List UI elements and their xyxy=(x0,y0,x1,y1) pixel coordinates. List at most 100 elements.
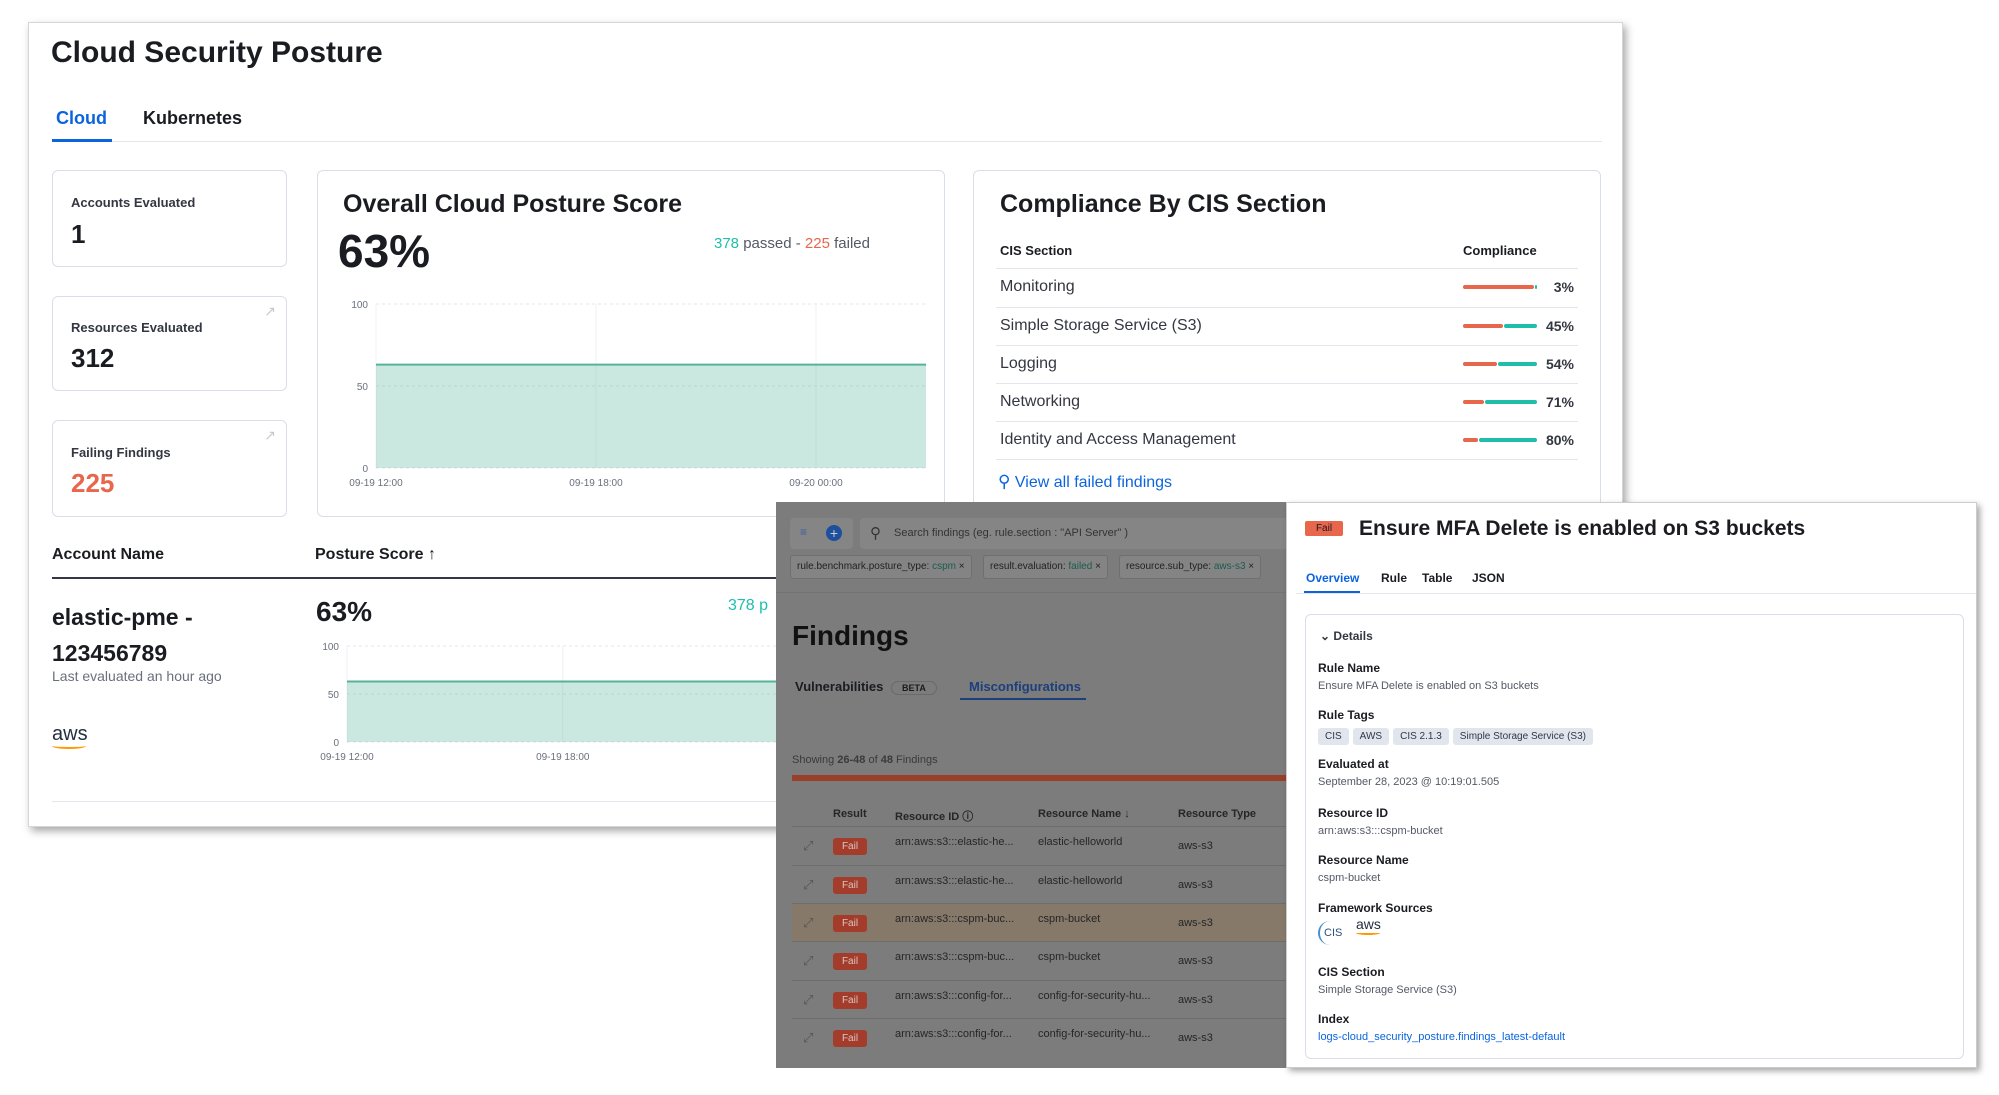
rule-name-label: Rule Name xyxy=(1318,661,1381,675)
stat-resources-evaluated[interactable]: ↗ Resources Evaluated 312 xyxy=(52,296,287,391)
expand-row-icon[interactable]: ⤢ xyxy=(803,877,813,893)
resource-name-cell[interactable]: cspm-bucket xyxy=(1038,913,1100,925)
close-icon: × xyxy=(1095,561,1101,572)
stat-value: 1 xyxy=(71,219,86,249)
row-divider xyxy=(792,941,1286,942)
resource-type-cell: aws-s3 xyxy=(1178,879,1213,891)
expand-row-icon[interactable]: ⤢ xyxy=(803,953,813,969)
tab-table[interactable]: Table xyxy=(1422,571,1452,585)
result-badge: Fail xyxy=(833,992,867,1009)
expand-row-icon[interactable]: ⤢ xyxy=(803,992,813,1008)
search-findings-input[interactable]: ⚲ Search findings (eg. rule.section : "AP… xyxy=(860,518,1290,549)
resource-id-cell[interactable]: arn:aws:s3:::cspm-buc... xyxy=(895,913,1014,925)
sort-arrow-down-icon: ↓ xyxy=(1124,808,1130,820)
flyout-title: Ensure MFA Delete is enabled on S3 bucke… xyxy=(1359,517,1806,540)
y-tick-label: 100 xyxy=(322,642,339,653)
view-all-failed-findings-link[interactable]: ⚲ View all failed findings xyxy=(998,472,1172,492)
expand-row-icon[interactable]: ⤢ xyxy=(803,915,813,931)
col-resource-name[interactable]: Resource Name ↓ xyxy=(1038,808,1130,820)
col-resource-id[interactable]: Resource ID ⓘ xyxy=(895,808,973,824)
col-resource-type[interactable]: Resource Type xyxy=(1178,808,1256,820)
account-posture-score: 63% xyxy=(316,596,373,627)
tag: CIS 2.1.3 xyxy=(1393,728,1449,745)
resource-name-cell[interactable]: config-for-security-hu... xyxy=(1038,1028,1150,1040)
query-menu-button[interactable]: ≡ + xyxy=(790,518,853,549)
resource-name-cell[interactable]: elastic-helloworld xyxy=(1038,875,1122,887)
resource-name-cell[interactable]: elastic-helloworld xyxy=(1038,836,1122,848)
active-tab-underline xyxy=(960,698,1086,700)
resource-type-cell: aws-s3 xyxy=(1178,917,1213,929)
close-icon: × xyxy=(1248,561,1255,572)
col-posture-score[interactable]: Posture Score ↑ xyxy=(315,546,436,564)
compliance-pass-bar xyxy=(1534,285,1537,289)
y-tick-label: 0 xyxy=(333,738,339,749)
findings-title: Findings xyxy=(792,620,909,651)
resource-type-cell: aws-s3 xyxy=(1178,840,1213,852)
divider xyxy=(776,592,1286,593)
aws-logo: aws xyxy=(52,724,88,749)
row-divider xyxy=(996,268,1578,269)
result-badge: Fail xyxy=(833,953,867,970)
rule-tags: CIS AWS CIS 2.1.3 Simple Storage Service (S… xyxy=(1318,726,1597,745)
expand-arrow-icon[interactable]: ↗ xyxy=(264,427,276,444)
row-divider xyxy=(792,903,1286,904)
cis-section-name[interactable]: Networking xyxy=(1000,393,1080,411)
compliance-pass-bar xyxy=(1478,438,1537,442)
details-accordion-toggle[interactable]: ⌄ Details xyxy=(1320,629,1373,643)
search-icon: ⚲ xyxy=(870,525,881,542)
resource-id-cell[interactable]: arn:aws:s3:::elastic-he... xyxy=(895,836,1014,848)
index-link[interactable]: logs-cloud_security_posture.findings_lat… xyxy=(1318,1031,1565,1043)
add-filter-icon[interactable]: + xyxy=(826,525,842,541)
cis-section-name[interactable]: Monitoring xyxy=(1000,278,1075,296)
account-name[interactable]: elastic-pme -123456789 xyxy=(52,599,193,671)
tab-vulnerabilities[interactable]: Vulnerabilities BETA xyxy=(795,679,937,695)
resource-name-cell[interactable]: config-for-security-hu... xyxy=(1038,990,1150,1002)
resource-id-value: arn:aws:s3:::cspm-bucket xyxy=(1318,825,1443,837)
tabs-divider xyxy=(52,141,1602,142)
account-trend-chart: 0 50 100 09-19 12:00 09-19 18:00 xyxy=(320,642,785,763)
tab-misconfigurations[interactable]: Misconfigurations xyxy=(969,679,1081,694)
filter-pill[interactable]: result.evaluation: failed × xyxy=(983,555,1108,579)
tab-cloud[interactable]: Cloud xyxy=(56,108,107,129)
tag: CIS xyxy=(1318,728,1349,745)
resource-id-cell[interactable]: arn:aws:s3:::config-for... xyxy=(895,1028,1012,1040)
compliance-fail-bar xyxy=(1463,438,1478,442)
framework-sources-label: Framework Sources xyxy=(1318,901,1433,915)
x-tick-label: 09-19 18:00 xyxy=(569,478,623,489)
resource-id-cell[interactable]: arn:aws:s3:::cspm-buc... xyxy=(895,951,1014,963)
posture-title: Overall Cloud Posture Score xyxy=(343,190,682,218)
account-passed-partial: 378 p xyxy=(728,597,769,614)
resource-id-cell[interactable]: arn:aws:s3:::config-for... xyxy=(895,990,1012,1002)
col-result[interactable]: Result xyxy=(833,808,867,820)
resource-name-cell[interactable]: cspm-bucket xyxy=(1038,951,1100,963)
y-tick-label: 100 xyxy=(351,300,368,311)
help-icon: ⓘ xyxy=(962,811,974,823)
cis-section-name[interactable]: Identity and Access Management xyxy=(1000,431,1236,449)
y-tick-label: 0 xyxy=(362,464,368,475)
resource-type-cell: aws-s3 xyxy=(1178,994,1213,1006)
row-divider xyxy=(792,826,1286,827)
col-account-name[interactable]: Account Name xyxy=(52,546,164,564)
stat-failing-findings[interactable]: ↗ Failing Findings 225 xyxy=(52,420,287,517)
compliance-percent: 71% xyxy=(1545,394,1574,410)
resource-id-cell[interactable]: arn:aws:s3:::elastic-he... xyxy=(895,875,1014,887)
row-divider xyxy=(996,307,1578,308)
expand-row-icon[interactable]: ⤢ xyxy=(803,838,813,854)
y-tick-label: 50 xyxy=(357,382,369,393)
x-tick-label: 09-20 00:00 xyxy=(789,478,843,489)
tab-kubernetes[interactable]: Kubernetes xyxy=(143,108,242,129)
stat-label: Accounts Evaluated xyxy=(71,195,196,210)
filter-pill[interactable]: rule.benchmark.posture_type: cspm × xyxy=(790,555,972,579)
tab-rule[interactable]: Rule xyxy=(1381,571,1407,585)
expand-row-icon[interactable]: ⤢ xyxy=(803,1030,813,1046)
compliance-percent: 3% xyxy=(1553,279,1574,295)
tab-overview[interactable]: Overview xyxy=(1306,571,1359,585)
expand-arrow-icon[interactable]: ↗ xyxy=(264,303,276,320)
rule-name-value: Ensure MFA Delete is enabled on S3 bucke… xyxy=(1318,680,1539,692)
filter-pill[interactable]: resource.sub_type: aws-s3 × xyxy=(1119,555,1262,579)
tab-json[interactable]: JSON xyxy=(1472,571,1505,585)
cis-section-name[interactable]: Logging xyxy=(1000,355,1057,373)
compliance-pass-bar xyxy=(1504,324,1537,328)
findings-page-dimmed xyxy=(776,502,1286,1068)
cis-section-name[interactable]: Simple Storage Service (S3) xyxy=(1000,317,1202,335)
